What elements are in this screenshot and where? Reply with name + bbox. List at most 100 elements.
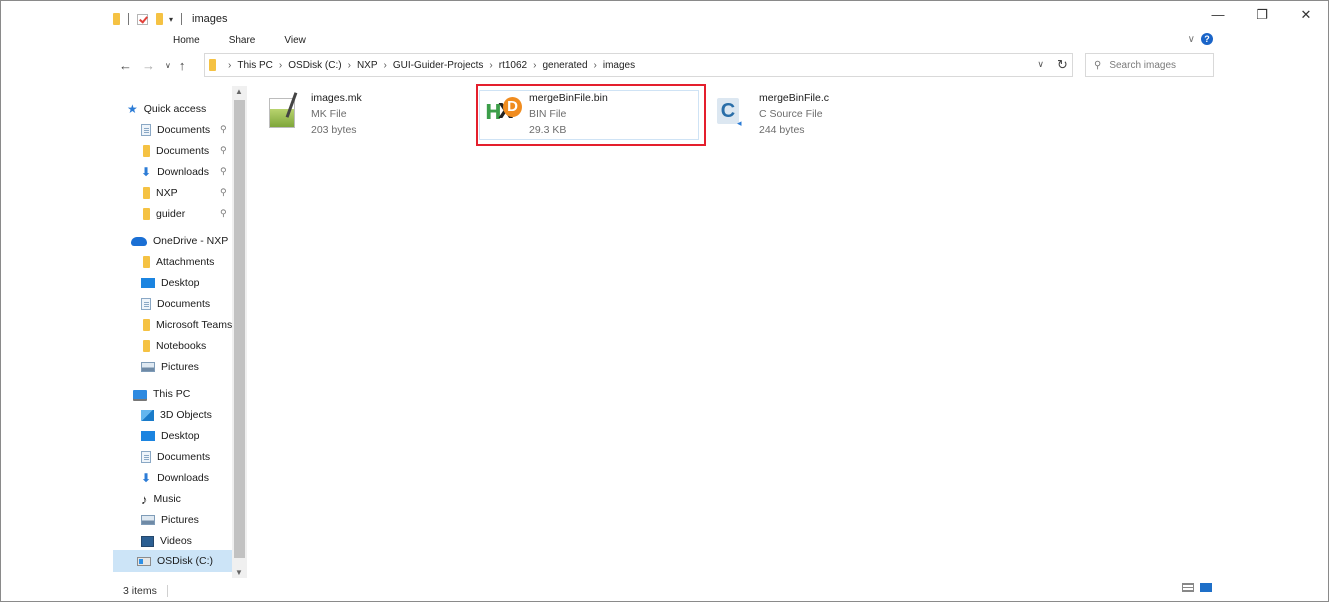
breadcrumb-gui-guider-projects[interactable]: GUI-Guider-Projects — [393, 60, 484, 71]
nav-item-music[interactable]: ♪ Music — [141, 490, 181, 508]
document-icon — [141, 124, 151, 136]
nav-label: Documents — [157, 298, 211, 310]
close-button[interactable]: ✕ — [1284, 7, 1328, 23]
breadcrumb-this-pc[interactable]: This PC — [237, 60, 273, 71]
nav-item-guider[interactable]: guider — [141, 205, 185, 223]
details-view-icon[interactable] — [1182, 583, 1194, 592]
document-icon — [141, 451, 151, 463]
nav-item-documents[interactable]: Documents — [141, 448, 210, 466]
nav-onedrive[interactable]: OneDrive - NXP — [131, 232, 228, 250]
navigation-buttons: ← → ∨ ↑ — [119, 58, 195, 73]
mk-file-icon — [263, 90, 303, 130]
file-type: MK File — [311, 108, 347, 120]
nav-label: Pictures — [161, 514, 199, 526]
new-folder-icon[interactable] — [156, 13, 163, 25]
breadcrumb-generated[interactable]: generated — [542, 60, 587, 71]
nav-item-downloads[interactable]: ⬇ Downloads — [141, 163, 209, 181]
pictures-icon — [141, 362, 155, 372]
nav-label: Downloads — [157, 166, 210, 178]
refresh-button[interactable]: ↻ — [1057, 57, 1068, 73]
pin-icon[interactable]: ⚲ — [220, 166, 227, 177]
breadcrumb-nxp[interactable]: NXP — [357, 60, 378, 71]
forward-button[interactable]: → — [142, 58, 155, 73]
search-placeholder: Search images — [1109, 59, 1177, 71]
nav-item-documents-folder[interactable]: Documents — [141, 142, 209, 160]
file-item[interactable]: C ◂ mergeBinFile.c C Source File 244 byte… — [711, 90, 829, 140]
file-meta: images.mk MK File 203 bytes — [311, 90, 362, 140]
tab-view[interactable]: View — [284, 35, 306, 46]
breadcrumb-separator[interactable]: › — [489, 60, 492, 71]
desktop-icon — [141, 278, 155, 288]
properties-icon[interactable] — [137, 13, 148, 25]
address-dropdown-icon[interactable]: ∨ — [1037, 59, 1044, 70]
folder-icon[interactable] — [113, 13, 120, 25]
scroll-down-icon[interactable]: ▼ — [235, 568, 243, 577]
breadcrumb-osdisk[interactable]: OSDisk (C:) — [288, 60, 341, 71]
file-meta: mergeBinFile.c C Source File 244 bytes — [759, 90, 829, 140]
help-icon[interactable]: ? — [1201, 33, 1213, 45]
pin-icon[interactable]: ⚲ — [220, 124, 227, 135]
nav-item-attachments[interactable]: Attachments — [141, 253, 214, 271]
large-icons-view-icon[interactable] — [1200, 583, 1212, 592]
nav-label: Documents — [156, 145, 210, 157]
address-row: ← → ∨ ↑ › This PC › OSDisk (C:) › NXP › … — [1, 53, 1328, 81]
nav-item-osdisk[interactable]: OSDisk (C:) — [113, 550, 232, 572]
nav-item-documents[interactable]: Documents — [141, 295, 210, 313]
nav-item-videos[interactable]: Videos — [141, 532, 192, 550]
disk-icon — [137, 556, 151, 566]
customize-toolbar-icon[interactable]: ▾ — [169, 15, 173, 24]
nav-label: Desktop — [161, 430, 200, 442]
search-input[interactable]: ⚲ Search images — [1085, 53, 1214, 77]
nav-label: NXP — [156, 187, 178, 199]
nav-item-3d-objects[interactable]: 3D Objects — [141, 406, 212, 424]
nav-pane-scrollbar[interactable]: ▲ ▼ — [232, 86, 247, 578]
nav-label: guider — [156, 208, 186, 220]
breadcrumb-rt1062[interactable]: rt1062 — [499, 60, 527, 71]
videos-icon — [141, 535, 154, 547]
maximize-button[interactable]: ❐ — [1240, 7, 1284, 23]
nav-item-downloads[interactable]: ⬇ Downloads — [141, 469, 209, 487]
breadcrumb-separator[interactable]: › — [533, 60, 536, 71]
scroll-up-icon[interactable]: ▲ — [235, 87, 243, 96]
back-button[interactable]: ← — [119, 58, 132, 73]
recent-locations-button[interactable]: ∨ — [165, 61, 171, 70]
quick-access-toolbar: ▾ images — [113, 13, 227, 25]
music-icon: ♪ — [141, 491, 148, 507]
nav-this-pc[interactable]: This PC — [133, 385, 190, 403]
nav-item-desktop[interactable]: Desktop — [141, 274, 200, 292]
minimize-button[interactable]: — — [1196, 7, 1240, 23]
tab-home[interactable]: Home — [173, 35, 200, 46]
pin-icon[interactable]: ⚲ — [220, 145, 227, 156]
ribbon-right-controls: ∨ ? — [1188, 33, 1213, 45]
nav-item-documents[interactable]: Documents — [141, 121, 210, 139]
address-bar[interactable]: › This PC › OSDisk (C:) › NXP › GUI-Guid… — [204, 53, 1073, 77]
file-name: mergeBinFile.c — [759, 92, 830, 104]
document-icon — [141, 298, 151, 310]
nav-item-microsoft-teams[interactable]: Microsoft Teams — [141, 316, 232, 334]
3d-objects-icon — [141, 409, 154, 421]
nav-item-pictures[interactable]: Pictures — [141, 358, 199, 376]
nav-item-notebooks[interactable]: Notebooks — [141, 337, 206, 355]
scrollbar-thumb[interactable] — [234, 100, 245, 558]
breadcrumb-separator[interactable]: › — [594, 60, 597, 71]
navigation-pane: ★ Quick access Documents ⚲ Documents ⚲ ⬇… — [113, 86, 248, 578]
up-button[interactable]: ↑ — [179, 58, 186, 73]
nav-item-pictures[interactable]: Pictures — [141, 511, 199, 529]
file-item[interactable]: images.mk MK File 203 bytes — [263, 90, 362, 140]
star-icon: ★ — [127, 102, 138, 116]
nav-item-nxp[interactable]: NXP — [141, 184, 178, 202]
nav-label: Pictures — [161, 361, 199, 373]
status-bar: 3 items — [123, 585, 168, 597]
tab-share[interactable]: Share — [229, 35, 256, 46]
pin-icon[interactable]: ⚲ — [220, 187, 227, 198]
breadcrumb-separator[interactable]: › — [279, 60, 282, 71]
breadcrumb-separator[interactable]: › — [348, 60, 351, 71]
nav-label: OSDisk (C:) — [157, 555, 213, 567]
expand-ribbon-icon[interactable]: ∨ — [1188, 34, 1195, 45]
nav-quick-access[interactable]: ★ Quick access — [127, 100, 206, 118]
breadcrumb-separator[interactable]: › — [384, 60, 387, 71]
pin-icon[interactable]: ⚲ — [220, 208, 227, 219]
breadcrumb-images[interactable]: images — [603, 60, 635, 71]
nav-item-desktop[interactable]: Desktop — [141, 427, 200, 445]
item-count: 3 items — [123, 585, 157, 597]
